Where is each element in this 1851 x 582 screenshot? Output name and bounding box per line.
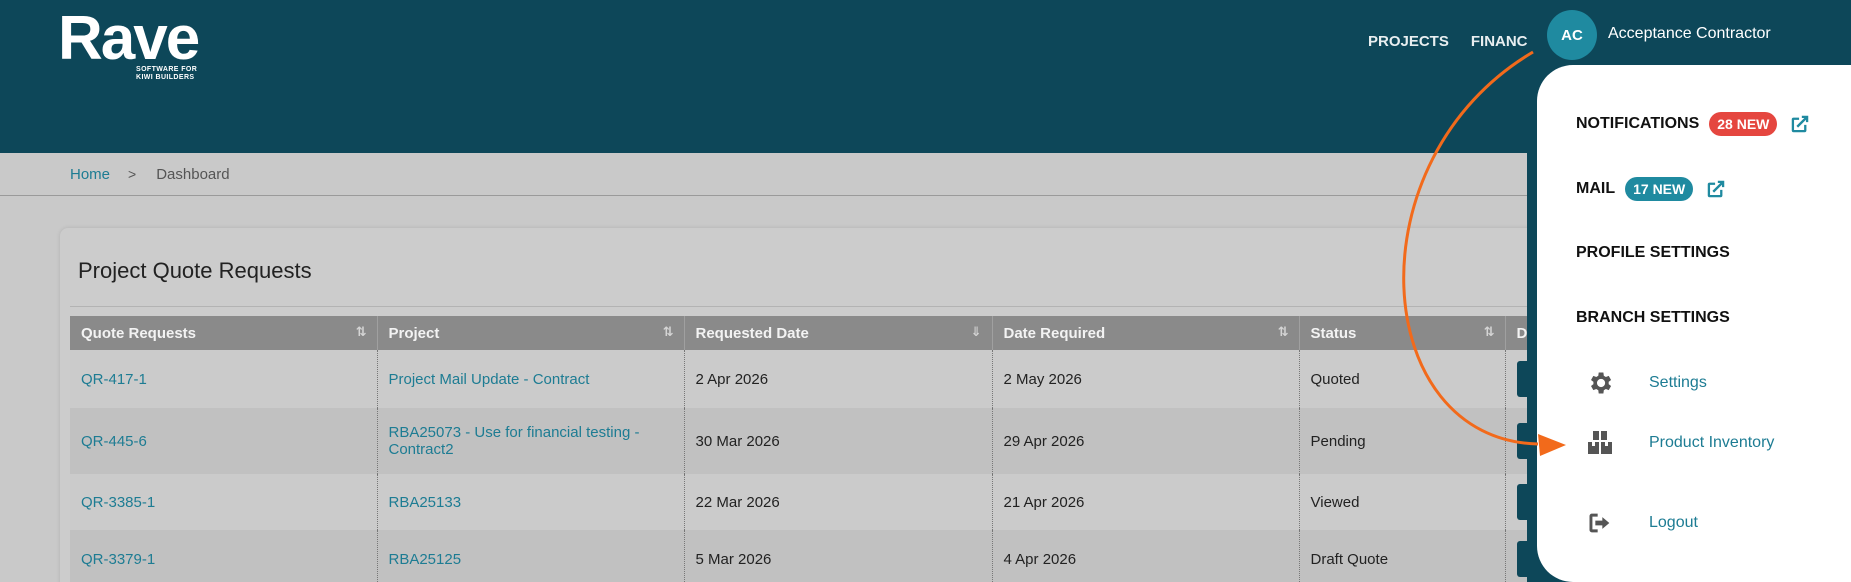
logo-tagline-line1: SOFTWARE FOR (136, 66, 198, 73)
project-link-text: RBA25073 - Use for financial testing - (388, 424, 640, 441)
requested-date: 5 Mar 2026 (684, 530, 993, 582)
boxes-icon (1588, 431, 1612, 454)
user-name[interactable]: Acceptance Contractor (1608, 25, 1771, 43)
project-link[interactable]: RBA25133 (377, 474, 685, 530)
sort-icon[interactable]: ⇅ (356, 324, 367, 340)
logo-tagline: SOFTWARE FOR KIWI BUILDERS (136, 66, 206, 82)
menu-product-inventory-label: Product Inventory (1649, 434, 1775, 451)
quote-requests-card: Project Quote Requests Quote Requests ⇅ P… (60, 228, 1600, 582)
table-header-row: Quote Requests ⇅ Project ⇅ Requested Date ⇓… (70, 316, 1586, 350)
external-link-icon[interactable] (1789, 113, 1811, 135)
logout-icon (1589, 513, 1610, 533)
col-date-required[interactable]: Date Required ⇅ (992, 316, 1300, 350)
logo-tagline-line2: KIWI BUILDERS (136, 74, 195, 81)
quote-link[interactable]: QR-445-6 (70, 408, 378, 474)
col-label: Requested Date (695, 324, 809, 342)
col-label: Quote Requests (81, 324, 197, 342)
menu-mail[interactable]: MAIL 17 NEW (1576, 177, 1727, 201)
col-label: D (1516, 324, 1528, 342)
requested-date: 30 Mar 2026 (684, 408, 993, 474)
status: Pending (1299, 408, 1506, 474)
logo-wordmark: Rave (58, 4, 200, 73)
quote-link[interactable]: QR-3385-1 (70, 474, 378, 530)
quote-link[interactable]: QR-417-1 (70, 350, 378, 408)
col-status[interactable]: Status ⇅ (1299, 316, 1506, 350)
project-link-text: Project Mail Update - Contract (388, 370, 590, 388)
sort-icon[interactable]: ⇅ (1278, 324, 1289, 340)
col-label: Date Required (1003, 324, 1106, 342)
menu-mail-label: MAIL (1576, 180, 1616, 197)
menu-settings-label: Settings (1649, 374, 1707, 391)
menu-logout-label: Logout (1649, 514, 1698, 531)
requested-date: 2 Apr 2026 (684, 350, 993, 408)
breadcrumb-home[interactable]: Home (70, 166, 110, 183)
avatar[interactable]: AC (1547, 10, 1597, 60)
gear-icon (1591, 372, 1612, 394)
nav-projects[interactable]: PROJECTS (1368, 33, 1449, 50)
project-link-text: RBA25133 (388, 493, 462, 511)
required-date: 4 Apr 2026 (992, 530, 1300, 582)
nav-financials[interactable]: FINANCI (1471, 33, 1532, 50)
col-project[interactable]: Project ⇅ (377, 316, 685, 350)
menu-settings[interactable]: Settings (1586, 369, 1707, 397)
card-divider (70, 306, 1590, 307)
card-title: Project Quote Requests (78, 258, 312, 283)
sort-icon[interactable]: ⇅ (1484, 324, 1495, 340)
rave-logo[interactable]: Rave SOFTWARE FOR KIWI BUILDERS (58, 4, 200, 82)
sort-icon[interactable]: ⇅ (663, 324, 674, 340)
external-link-icon[interactable] (1705, 178, 1727, 200)
project-link[interactable]: RBA25125 (377, 530, 685, 582)
status: Viewed (1299, 474, 1506, 530)
menu-branch-settings[interactable]: BRANCH SETTINGS (1576, 309, 1730, 327)
main-nav: PROJECTS FINANCI (1368, 33, 1532, 50)
requested-date: 22 Mar 2026 (684, 474, 993, 530)
col-requested-date[interactable]: Requested Date ⇓ (684, 316, 993, 350)
table-row: QR-445-6 RBA25073 - Use for financial te… (70, 408, 1585, 474)
breadcrumb-separator: > (128, 166, 137, 182)
project-link[interactable]: RBA25073 - Use for financial testing - Co… (377, 408, 685, 474)
col-quote-requests[interactable]: Quote Requests ⇅ (70, 316, 378, 350)
status: Draft Quote (1299, 530, 1506, 582)
table-row: QR-3385-1 RBA25133 22 Mar 2026 21 Apr 20… (70, 474, 1585, 530)
required-date: 21 Apr 2026 (992, 474, 1300, 530)
menu-profile-settings[interactable]: PROFILE SETTINGS (1576, 244, 1730, 262)
status: Quoted (1299, 350, 1506, 408)
notifications-badge: 28 NEW (1709, 112, 1778, 136)
project-link-text-line2: Contract2 (388, 441, 454, 458)
col-label: Project (388, 324, 440, 342)
table-row: QR-417-1 Project Mail Update - Contract … (70, 350, 1585, 408)
col-label: Status (1310, 324, 1357, 342)
sort-desc-icon[interactable]: ⇓ (971, 324, 982, 340)
project-link[interactable]: Project Mail Update - Contract (377, 350, 685, 408)
project-link-text: RBA25125 (388, 550, 462, 568)
quote-link[interactable]: QR-3379-1 (70, 530, 378, 582)
breadcrumb-current: Dashboard (156, 165, 230, 183)
mail-badge: 17 NEW (1625, 177, 1694, 201)
menu-product-inventory[interactable]: Product Inventory (1586, 429, 1774, 457)
required-date: 2 May 2026 (992, 350, 1300, 408)
table-row: QR-3379-1 RBA25125 5 Mar 2026 4 Apr 2026… (70, 530, 1585, 582)
required-date: 29 Apr 2026 (992, 408, 1300, 474)
menu-notifications-label: NOTIFICATIONS (1576, 115, 1700, 132)
menu-notifications[interactable]: NOTIFICATIONS 28 NEW (1576, 112, 1811, 136)
menu-logout[interactable]: Logout (1586, 509, 1698, 537)
quote-requests-table: Quote Requests ⇅ Project ⇅ Requested Date ⇓… (70, 316, 1586, 582)
